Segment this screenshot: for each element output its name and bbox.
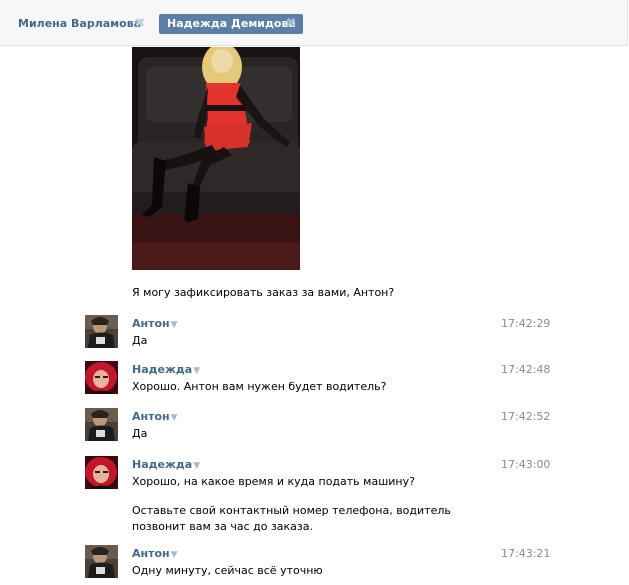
tab-label: Милена Варламова: [18, 17, 142, 30]
author-link[interactable]: Антон▼: [132, 547, 178, 560]
avatar[interactable]: [85, 361, 118, 394]
message-time[interactable]: 17:42:29: [501, 317, 550, 330]
message-time[interactable]: 17:42:48: [501, 363, 550, 376]
message-text: Одну минуту, сейчас всё уточню: [132, 564, 323, 577]
message-text: Оставьте свой контактный номер телефона,…: [132, 504, 451, 533]
message-text: Хорошо. Антон вам нужен будет водитель?: [132, 380, 387, 393]
author-link[interactable]: Надежда▼: [132, 363, 200, 376]
tab-nadezhda-demidova[interactable]: Надежда Демидова ✖: [159, 14, 303, 34]
message-time[interactable]: 17:42:52: [501, 410, 550, 423]
message-text: Да: [132, 427, 148, 440]
avatar[interactable]: [85, 456, 118, 489]
avatar[interactable]: [85, 408, 118, 441]
message-text: Я могу зафиксировать заказ за вами, Анто…: [132, 286, 395, 299]
message-text: Да: [132, 334, 148, 347]
avatar[interactable]: [85, 545, 118, 578]
avatar[interactable]: [85, 315, 118, 348]
tab-label: Надежда Демидова: [167, 17, 296, 30]
tab-milena-varlamova[interactable]: Милена Варламова ✖: [15, 14, 154, 34]
author-link[interactable]: Антон▼: [132, 317, 178, 330]
photo-attachment[interactable]: [132, 47, 300, 270]
dialog-tab-bar: Милена Варламова ✖ Надежда Демидова ✖: [0, 0, 628, 46]
author-link[interactable]: Антон▼: [132, 410, 178, 423]
chevron-down-icon[interactable]: ▼: [171, 413, 178, 423]
chevron-down-icon[interactable]: ▼: [193, 461, 200, 471]
close-icon[interactable]: ✖: [284, 14, 298, 34]
message-time[interactable]: 17:43:00: [501, 458, 550, 471]
chevron-down-icon[interactable]: ▼: [171, 320, 178, 330]
message-text: Хорошо, на какое время и куда подать маш…: [132, 475, 415, 488]
chevron-down-icon[interactable]: ▼: [193, 366, 200, 376]
close-icon[interactable]: ✖: [133, 14, 147, 34]
message-time[interactable]: 17:43:21: [501, 547, 550, 560]
chevron-down-icon[interactable]: ▼: [171, 550, 178, 560]
author-link[interactable]: Надежда▼: [132, 458, 200, 471]
